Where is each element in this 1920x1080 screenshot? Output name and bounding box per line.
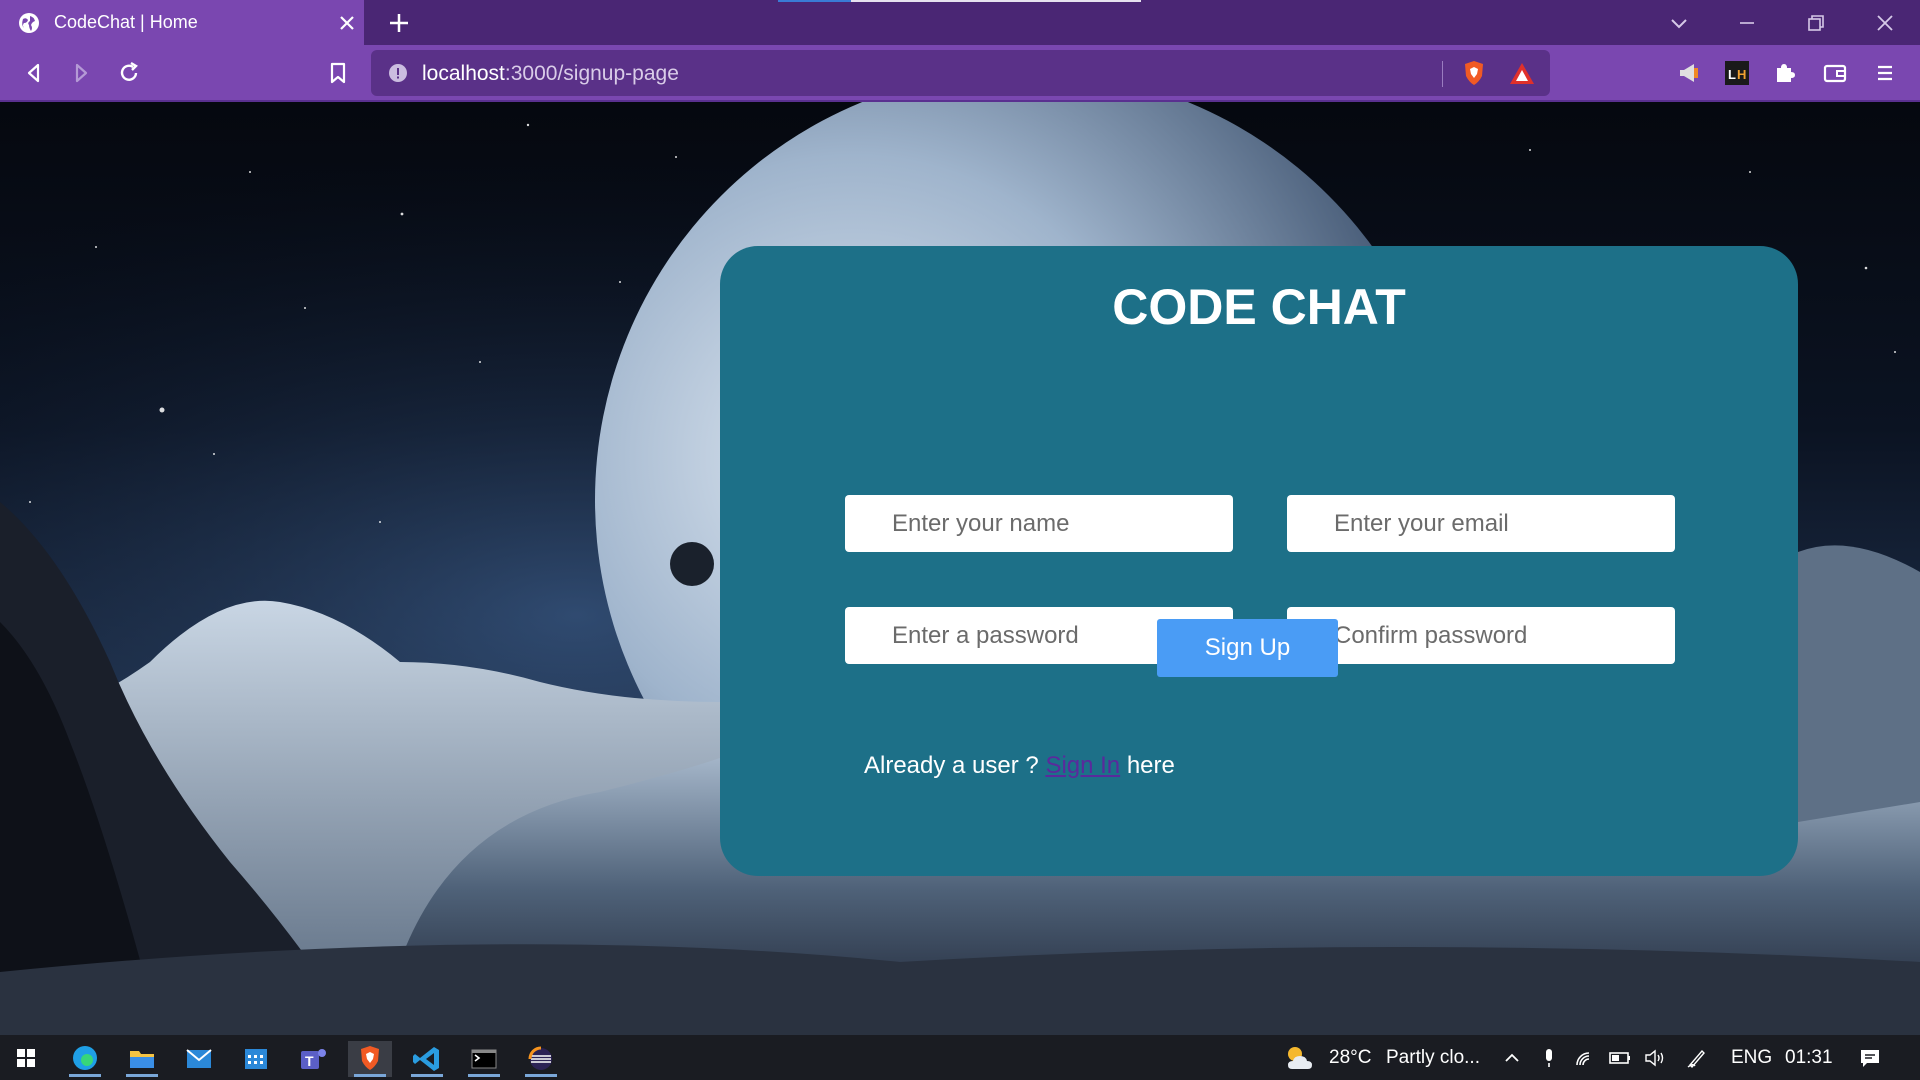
minimize-icon[interactable]	[1734, 10, 1760, 36]
back-icon[interactable]	[19, 58, 49, 88]
signin-prefix: Already a user ?	[864, 752, 1039, 779]
bookmark-icon[interactable]	[323, 58, 353, 88]
teams-icon: T	[301, 1049, 326, 1069]
svg-text:T: T	[305, 1053, 314, 1069]
taskbar-eclipse[interactable]	[519, 1041, 563, 1077]
taskbar-teams[interactable]: T	[291, 1041, 335, 1077]
vscode-icon	[413, 1047, 439, 1071]
volume-icon[interactable]	[1643, 1046, 1667, 1070]
globe-icon	[19, 13, 39, 33]
calendar-icon	[245, 1049, 267, 1069]
running-indicator	[525, 1074, 557, 1077]
running-indicator	[468, 1074, 500, 1077]
wallet-icon[interactable]	[1820, 58, 1850, 88]
close-window-icon[interactable]	[1872, 10, 1898, 36]
svg-text:H: H	[1737, 67, 1746, 82]
address-bar[interactable]: localhost:3000/signup-page	[371, 50, 1550, 96]
brave-rewards-icon[interactable]	[1508, 60, 1536, 88]
weather-temperature[interactable]: 28°C	[1329, 1047, 1371, 1069]
restore-icon[interactable]	[1803, 10, 1829, 36]
tab-title: CodeChat | Home	[54, 12, 198, 32]
svg-text:L: L	[1728, 67, 1736, 82]
microphone-icon[interactable]	[1537, 1046, 1561, 1070]
taskbar-file-explorer[interactable]	[120, 1041, 164, 1077]
weather-partly-cloudy-icon[interactable]	[1282, 1043, 1318, 1073]
windows-taskbar: T 28°C Partly clo... ENG 01:31	[0, 1035, 1920, 1080]
browser-tab-strip: CodeChat | Home	[0, 0, 1920, 45]
extensions-puzzle-icon[interactable]	[1770, 58, 1800, 88]
battery-icon[interactable]	[1608, 1046, 1632, 1070]
address-bar-divider	[1442, 61, 1443, 87]
page-title: CODE CHAT	[1112, 279, 1406, 335]
extension-megaphone-icon[interactable]	[1674, 58, 1704, 88]
running-indicator	[411, 1074, 443, 1077]
page-viewport: CODE CHAT Sign Up Already a user ? Sign …	[0, 102, 1920, 1035]
wifi-icon[interactable]	[1573, 1046, 1597, 1070]
email-input[interactable]	[1287, 495, 1675, 552]
new-tab-icon[interactable]	[386, 10, 412, 36]
taskbar-calendar[interactable]	[234, 1041, 278, 1077]
signin-suffix: here	[1126, 752, 1175, 779]
taskbar-mail[interactable]	[177, 1041, 221, 1077]
taskbar-brave[interactable]	[348, 1041, 392, 1077]
forward-icon[interactable]	[66, 58, 96, 88]
confirm-password-input[interactable]	[1287, 607, 1675, 664]
loading-bar-progress	[778, 0, 851, 2]
brave-shields-icon[interactable]	[1460, 59, 1488, 87]
browser-toolbar: localhost:3000/signup-page L H	[0, 45, 1920, 102]
url-text[interactable]: localhost:3000/signup-page	[422, 62, 679, 86]
signin-prompt: Already a user ? Sign In here	[864, 752, 1175, 780]
start-button[interactable]	[4, 1041, 48, 1077]
windows-logo-icon	[17, 1049, 35, 1067]
reload-icon[interactable]	[114, 58, 144, 88]
extension-lighthouse-icon[interactable]: L H	[1722, 58, 1752, 88]
menu-icon[interactable]	[1870, 58, 1900, 88]
weather-description[interactable]: Partly clo...	[1386, 1047, 1480, 1069]
taskbar-terminal[interactable]	[462, 1041, 506, 1077]
terminal-icon	[471, 1049, 497, 1069]
eclipse-icon	[528, 1046, 552, 1070]
folder-icon	[130, 1051, 154, 1068]
input-language[interactable]: ENG	[1731, 1047, 1772, 1069]
url-host: localhost	[422, 62, 505, 85]
running-indicator	[354, 1074, 386, 1077]
tab-search-chevron-icon[interactable]	[1666, 10, 1692, 36]
signup-button[interactable]: Sign Up	[1157, 619, 1338, 677]
close-tab-icon[interactable]	[336, 12, 358, 34]
url-path: :3000/signup-page	[504, 62, 679, 85]
mail-icon	[186, 1049, 212, 1068]
signup-card: CODE CHAT Sign Up Already a user ? Sign …	[720, 246, 1798, 876]
clock-time[interactable]: 01:31	[1785, 1047, 1833, 1069]
screen: CodeChat | Home localhost:3000/signup-pa…	[0, 0, 1920, 1080]
taskbar-vscode[interactable]	[405, 1041, 449, 1077]
name-input[interactable]	[845, 495, 1233, 552]
edge-icon	[73, 1046, 97, 1070]
running-indicator	[126, 1074, 158, 1077]
running-indicator	[69, 1074, 101, 1077]
notification-center-icon[interactable]	[1858, 1046, 1882, 1070]
brave-icon	[361, 1046, 379, 1070]
show-hidden-icons-chevron-icon[interactable]	[1500, 1046, 1524, 1070]
signin-link[interactable]: Sign In	[1045, 752, 1120, 779]
taskbar-edge[interactable]	[63, 1041, 107, 1077]
pen-workspace-icon[interactable]	[1685, 1046, 1709, 1070]
site-info-icon[interactable]	[388, 63, 408, 83]
browser-tab-active[interactable]: CodeChat | Home	[0, 0, 364, 45]
